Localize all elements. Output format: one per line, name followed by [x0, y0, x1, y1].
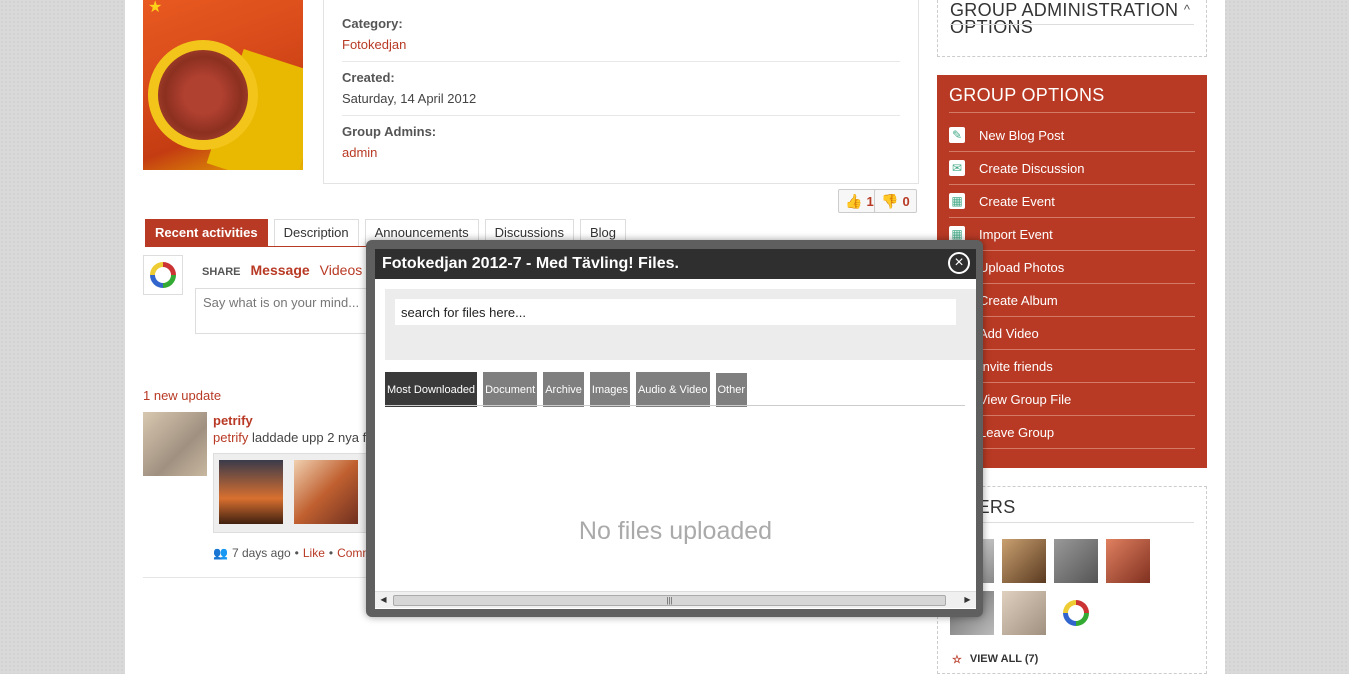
discussion-icon: ✉ [949, 160, 965, 176]
member-avatar[interactable] [1054, 539, 1098, 583]
option-create-album[interactable]: ▤ Create Album [949, 284, 1195, 317]
category-row: Category: Fotokedjan [342, 8, 900, 62]
modal-body: Fotokedjan 2012-7 - Med Tävling! Files. … [375, 249, 976, 609]
post-text-body: laddade upp 2 nya fot [252, 430, 378, 445]
admin-divider [950, 24, 1194, 25]
post-text-user[interactable]: petrify [213, 430, 248, 445]
photo-thumbnail[interactable] [294, 460, 358, 524]
thumbs-down-icon: 👎 [881, 192, 899, 209]
view-all-label: VIEW ALL (7) [969, 653, 1039, 665]
thumbs-up-icon: 👍 [845, 192, 863, 209]
member-grid [950, 539, 1194, 635]
option-view-group-file[interactable]: ▢ View Group File [949, 383, 1195, 416]
scroll-left-icon[interactable]: ◀ [375, 592, 392, 608]
file-tabs: Most Downloaded Document Archive Images … [385, 371, 748, 407]
modal-title: Fotokedjan 2012-7 - Med Tävling! Files. [375, 249, 976, 279]
close-icon[interactable]: × [948, 252, 970, 274]
share-title: SHARE [202, 266, 241, 278]
option-label: Add Video [979, 325, 1039, 341]
option-create-discussion[interactable]: ✉ Create Discussion [949, 152, 1195, 185]
meta-dot: • [328, 546, 334, 560]
photo-staircase [148, 40, 258, 150]
tab-images[interactable]: Images [589, 372, 630, 407]
user-avatar[interactable] [143, 412, 207, 476]
tab-other[interactable]: Other [715, 373, 748, 407]
file-search-area [385, 289, 976, 360]
option-upload-photos[interactable]: ▣ Upload Photos [949, 251, 1195, 284]
option-create-event[interactable]: ▦ Create Event [949, 185, 1195, 218]
admin-options-title[interactable]: GROUP ADMINISTRATION OPTIONS [950, 0, 1194, 36]
empty-state-text: No files uploaded [578, 517, 773, 545]
view-all-members-link[interactable]: ☆ VIEW ALL (7) [952, 653, 1038, 666]
tab-recent-activities[interactable]: Recent activities [145, 219, 268, 246]
option-label: Create Discussion [979, 160, 1085, 176]
tab-most-downloaded[interactable]: Most Downloaded [385, 372, 478, 407]
member-avatar[interactable] [1054, 591, 1098, 635]
option-leave-group[interactable]: ✕ Leave Group [949, 416, 1195, 449]
option-invite-friends[interactable]: + Invite friends [949, 350, 1195, 383]
member-avatar[interactable] [1106, 539, 1150, 583]
option-label: Leave Group [979, 424, 1055, 440]
tab-archive[interactable]: Archive [543, 372, 584, 407]
created-date: Saturday, 14 April 2012 [342, 91, 477, 106]
option-add-video[interactable]: ▶ Add Video [949, 317, 1195, 350]
horizontal-scrollbar[interactable]: ◀ ||| ▶ [375, 591, 976, 608]
like-link[interactable]: Like [303, 546, 325, 560]
created-row: Created: Saturday, 14 April 2012 [342, 62, 900, 116]
category-label: Category: [342, 16, 403, 31]
option-new-blog-post[interactable]: ✎ New Blog Post [949, 119, 1195, 152]
star-outline-icon: ☆ [952, 654, 962, 666]
option-label: Import Event [979, 226, 1053, 242]
post-meta: 👥 7 days ago • Like • Comme [213, 546, 379, 560]
friends-icon: 👥 [213, 546, 228, 560]
tab-audio-video[interactable]: Audio & Video [635, 372, 710, 407]
option-label: New Blog Post [979, 127, 1065, 143]
option-import-event[interactable]: ▦ Import Event [949, 218, 1195, 251]
dislike-count: 0 [902, 193, 910, 209]
photo-thumbnail[interactable] [219, 460, 283, 524]
meta-dot: • [294, 546, 299, 560]
post-username[interactable]: petrify [213, 413, 253, 428]
group-photo: ★ [143, 0, 303, 170]
avatar [143, 255, 183, 295]
share-message-tab[interactable]: Message [251, 262, 310, 278]
files-modal: Fotokedjan 2012-7 - Med Tävling! Files. … [366, 240, 983, 617]
member-avatar[interactable] [1002, 539, 1046, 583]
admin-options-box: GROUP ADMINISTRATION OPTIONS ^ [937, 0, 1207, 57]
new-update-link[interactable]: 1 new update [143, 388, 221, 403]
admins-label: Group Admins: [342, 124, 437, 139]
headset-avatar-icon [150, 262, 176, 288]
event-icon: ▦ [949, 193, 965, 209]
group-info: Category: Fotokedjan Created: Saturday, … [323, 0, 919, 184]
post-time: 7 days ago [231, 546, 291, 560]
tab-description[interactable]: Description [273, 219, 359, 246]
scroll-right-icon[interactable]: ▶ [959, 592, 976, 608]
like-count: 1 [866, 193, 874, 209]
option-label: Create Event [979, 193, 1055, 209]
option-label: Upload Photos [979, 259, 1065, 275]
dislike-button[interactable]: 👎 0 [874, 189, 917, 213]
scroll-thumb[interactable]: ||| [393, 595, 946, 606]
admin-link[interactable]: admin [342, 145, 900, 160]
admin-title-line2: OPTIONS [950, 17, 1034, 37]
post-text: petrify laddade upp 2 nya fot [213, 430, 377, 445]
chevron-up-icon[interactable]: ^ [1184, 2, 1190, 17]
option-label: Create Album [979, 292, 1058, 308]
option-label: Invite friends [979, 358, 1053, 374]
member-avatar[interactable] [1002, 591, 1046, 635]
created-label: Created: [342, 70, 395, 85]
category-link[interactable]: Fotokedjan [342, 37, 900, 52]
blog-icon: ✎ [949, 127, 965, 143]
tab-document[interactable]: Document [483, 372, 538, 407]
group-options-title: GROUP OPTIONS [949, 85, 1195, 113]
option-label: View Group File [979, 391, 1072, 407]
share-videos-tab[interactable]: Videos [320, 262, 363, 278]
file-tab-divider [385, 405, 965, 406]
file-search-input[interactable] [395, 299, 956, 325]
share-bar: SHARE Message Videos Ev [202, 262, 389, 278]
admins-row: Group Admins: admin [342, 116, 900, 169]
star-icon: ★ [148, 0, 163, 16]
members-title: MBERS [950, 497, 1194, 523]
headset-avatar-icon [1063, 600, 1089, 626]
